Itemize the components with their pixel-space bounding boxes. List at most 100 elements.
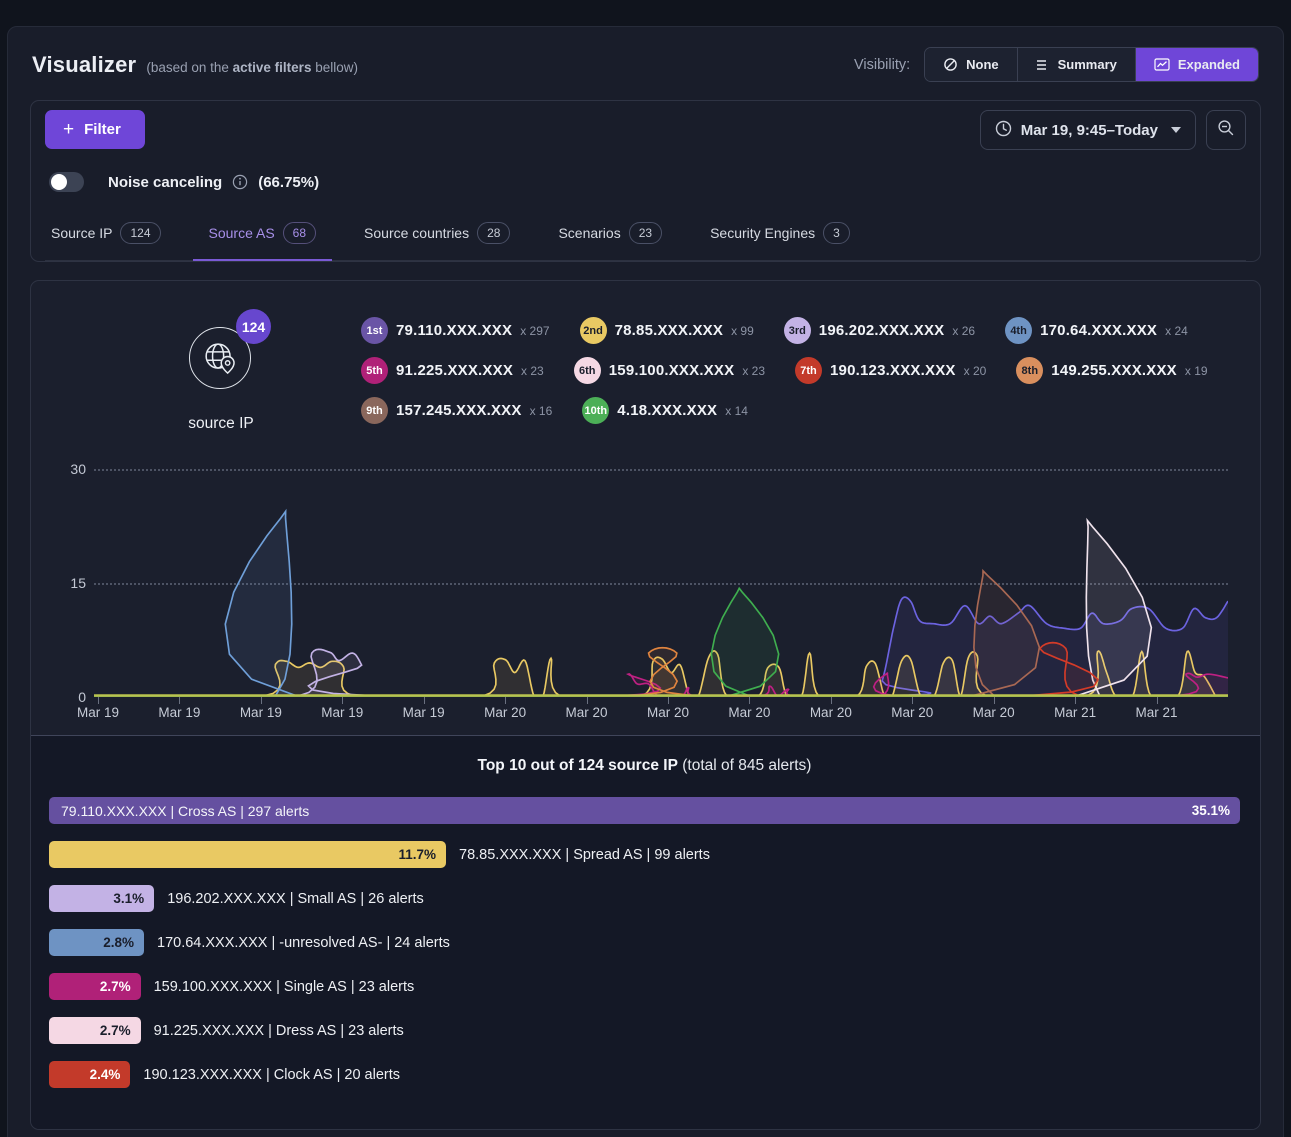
- x-axis-tick-label: Mar 21: [1043, 705, 1107, 720]
- legend-count: x 19: [1185, 364, 1208, 378]
- legend-item[interactable]: 5th 91.225.XXX.XXX x 23: [361, 357, 544, 384]
- plus-icon: +: [63, 123, 74, 137]
- legend-item[interactable]: 10th4.18.XXX.XXXx 14: [582, 397, 748, 424]
- expanded-icon: [1154, 58, 1170, 71]
- top-bar[interactable]: 2.4%: [49, 1061, 130, 1088]
- top-bar[interactable]: 2.8%: [49, 929, 144, 956]
- chevron-down-icon: [1171, 127, 1181, 133]
- zoom-out-search-button[interactable]: [1206, 110, 1246, 150]
- date-range-value: Mar 19, 9:45–Today: [1021, 122, 1158, 139]
- x-axis-tick-label: Mar 20: [555, 705, 619, 720]
- legend-rank-badge: 7th: [795, 357, 822, 384]
- legend-rank-badge: 4th: [1005, 317, 1032, 344]
- search-minus-icon: [1217, 119, 1235, 141]
- tab-count-badge: 23: [629, 222, 662, 244]
- tab-source-countries[interactable]: Source countries 28: [362, 216, 512, 260]
- noise-canceling-label: Noise canceling: [108, 174, 222, 191]
- noise-canceling-toggle[interactable]: [49, 172, 84, 192]
- tab-label: Source IP: [51, 225, 112, 241]
- legend-rank-badge: 10th: [582, 397, 609, 424]
- legend-ip: 159.100.XXX.XXX: [609, 362, 735, 379]
- legend-ip: 91.225.XXX.XXX: [396, 362, 513, 379]
- legend-rank-badge: 3rd: [784, 317, 811, 344]
- top-bar-row: 2.8%170.64.XXX.XXX | -unresolved AS- | 2…: [49, 929, 1240, 956]
- x-axis-tick-label: Mar 19: [310, 705, 374, 720]
- visualizer-panel: Visualizer (based on the active filters …: [7, 26, 1284, 1137]
- visibility-summary-button[interactable]: Summary: [1018, 48, 1136, 81]
- x-axis-tick-label: Mar 20: [962, 705, 1026, 720]
- legend-item[interactable]: 9th 157.245.XXX.XXX x 16: [361, 397, 552, 424]
- legend-ip: 190.123.XXX.XXX: [830, 362, 956, 379]
- top-bar[interactable]: 79.110.XXX.XXX | Cross AS | 297 alerts35…: [49, 797, 1240, 824]
- top-bar[interactable]: 11.7%: [49, 841, 446, 868]
- info-icon[interactable]: [232, 174, 248, 190]
- filters-card: + Filter Mar 19, 9:45–Today: [30, 100, 1261, 262]
- tab-label: Source AS: [209, 225, 275, 241]
- chart-legend: 1st79.110.XXX.XXXx 297 2nd78.85.XXX.XXXx …: [361, 313, 1230, 437]
- x-axis-tick-label: Mar 20: [799, 705, 863, 720]
- legend-item[interactable]: 4th 170.64.XXX.XXX x 24: [1005, 317, 1188, 344]
- legend-count: x 23: [521, 364, 544, 378]
- none-icon: [943, 57, 958, 72]
- tab-label: Scenarios: [558, 225, 620, 241]
- y-axis-tick-label: 0: [46, 689, 86, 705]
- top-bar-label: 79.110.XXX.XXX | Cross AS | 297 alerts: [59, 803, 309, 819]
- legend-count: x 24: [1165, 324, 1188, 338]
- top-bar[interactable]: 2.7%: [49, 973, 141, 1000]
- add-filter-button[interactable]: + Filter: [45, 110, 145, 149]
- legend-item[interactable]: 2nd78.85.XXX.XXXx 99: [580, 317, 754, 344]
- entity-block: 124 source IP: [159, 313, 283, 437]
- top-bar-percentage: 2.8%: [103, 935, 134, 950]
- legend-ip: 79.110.XXX.XXX: [396, 322, 512, 339]
- top-bar-percentage: 2.4%: [90, 1067, 121, 1082]
- legend-rank-badge: 9th: [361, 397, 388, 424]
- panel-header: Visualizer (based on the active filters …: [30, 27, 1261, 100]
- tab-label: Security Engines: [710, 225, 815, 241]
- legend-count: x 26: [952, 324, 975, 338]
- tab-label: Source countries: [364, 225, 469, 241]
- top-bar-row: 2.4%190.123.XXX.XXX | Clock AS | 20 aler…: [49, 1061, 1240, 1088]
- chart-plot[interactable]: [94, 469, 1228, 697]
- tab-scenarios[interactable]: Scenarios 23: [556, 216, 664, 260]
- top-bar[interactable]: 2.7%: [49, 1017, 141, 1044]
- tab-source-ip[interactable]: Source IP124: [49, 216, 163, 260]
- legend-item[interactable]: 6th 159.100.XXX.XXX x 23: [574, 357, 765, 384]
- legend-item[interactable]: 8th149.255.XXX.XXXx 19: [1016, 357, 1207, 384]
- legend-item[interactable]: 1st79.110.XXX.XXXx 297: [361, 317, 550, 344]
- page-title: Visualizer: [32, 52, 136, 78]
- entity-label: source IP: [159, 415, 283, 433]
- legend-ip: 170.64.XXX.XXX: [1040, 322, 1157, 339]
- tab-count-badge: 28: [477, 222, 510, 244]
- x-axis-tick-label: Mar 21: [1125, 705, 1189, 720]
- legend-rank-badge: 6th: [574, 357, 601, 384]
- tab-source-as[interactable]: Source AS68: [207, 216, 319, 260]
- legend-count: x 16: [530, 404, 553, 418]
- top-bar-label: 159.100.XXX.XXX | Single AS | 23 alerts: [154, 979, 415, 995]
- top-bar-row: 2.7% 159.100.XXX.XXX | Single AS | 23 ale…: [49, 973, 1240, 1000]
- entity-count-badge: 124: [236, 309, 271, 344]
- legend-item[interactable]: 7th190.123.XXX.XXXx 20: [795, 357, 986, 384]
- top-bar-row: 3.1%196.202.XXX.XXX | Small AS | 26 aler…: [49, 885, 1240, 912]
- legend-rank-badge: 5th: [361, 357, 388, 384]
- x-axis-tick-label: Mar 19: [392, 705, 456, 720]
- legend-count: x 23: [742, 364, 765, 378]
- top-bar-percentage: 11.7%: [398, 847, 436, 862]
- date-range-button[interactable]: Mar 19, 9:45–Today: [980, 110, 1196, 150]
- top-bar-row: 2.7% 91.225.XXX.XXX | Dress AS | 23 alert…: [49, 1017, 1240, 1044]
- legend-ip: 78.85.XXX.XXX: [615, 322, 724, 339]
- legend-item[interactable]: 3rd196.202.XXX.XXXx 26: [784, 317, 975, 344]
- legend-ip: 157.245.XXX.XXX: [396, 402, 522, 419]
- x-axis-tick-label: Mar 19: [147, 705, 211, 720]
- top-bar[interactable]: 3.1%: [49, 885, 154, 912]
- legend-ip: 4.18.XXX.XXX: [617, 402, 717, 419]
- x-axis-tick-label: Mar 20: [636, 705, 700, 720]
- top10-section: Top 10 out of 124 source IP (total of 84…: [31, 736, 1260, 1129]
- noise-canceling-value: (66.75%): [258, 174, 319, 191]
- visibility-expanded-button[interactable]: Expanded: [1136, 48, 1258, 81]
- tab-security-engines[interactable]: Security Engines 3: [708, 216, 852, 260]
- tab-count-badge: 3: [823, 222, 850, 244]
- top-bar-label: 91.225.XXX.XXX | Dress AS | 23 alerts: [154, 1023, 404, 1039]
- x-axis-tick-label: Mar 19: [229, 705, 293, 720]
- visibility-none-button[interactable]: None: [925, 48, 1018, 81]
- summary-icon: [1036, 59, 1050, 71]
